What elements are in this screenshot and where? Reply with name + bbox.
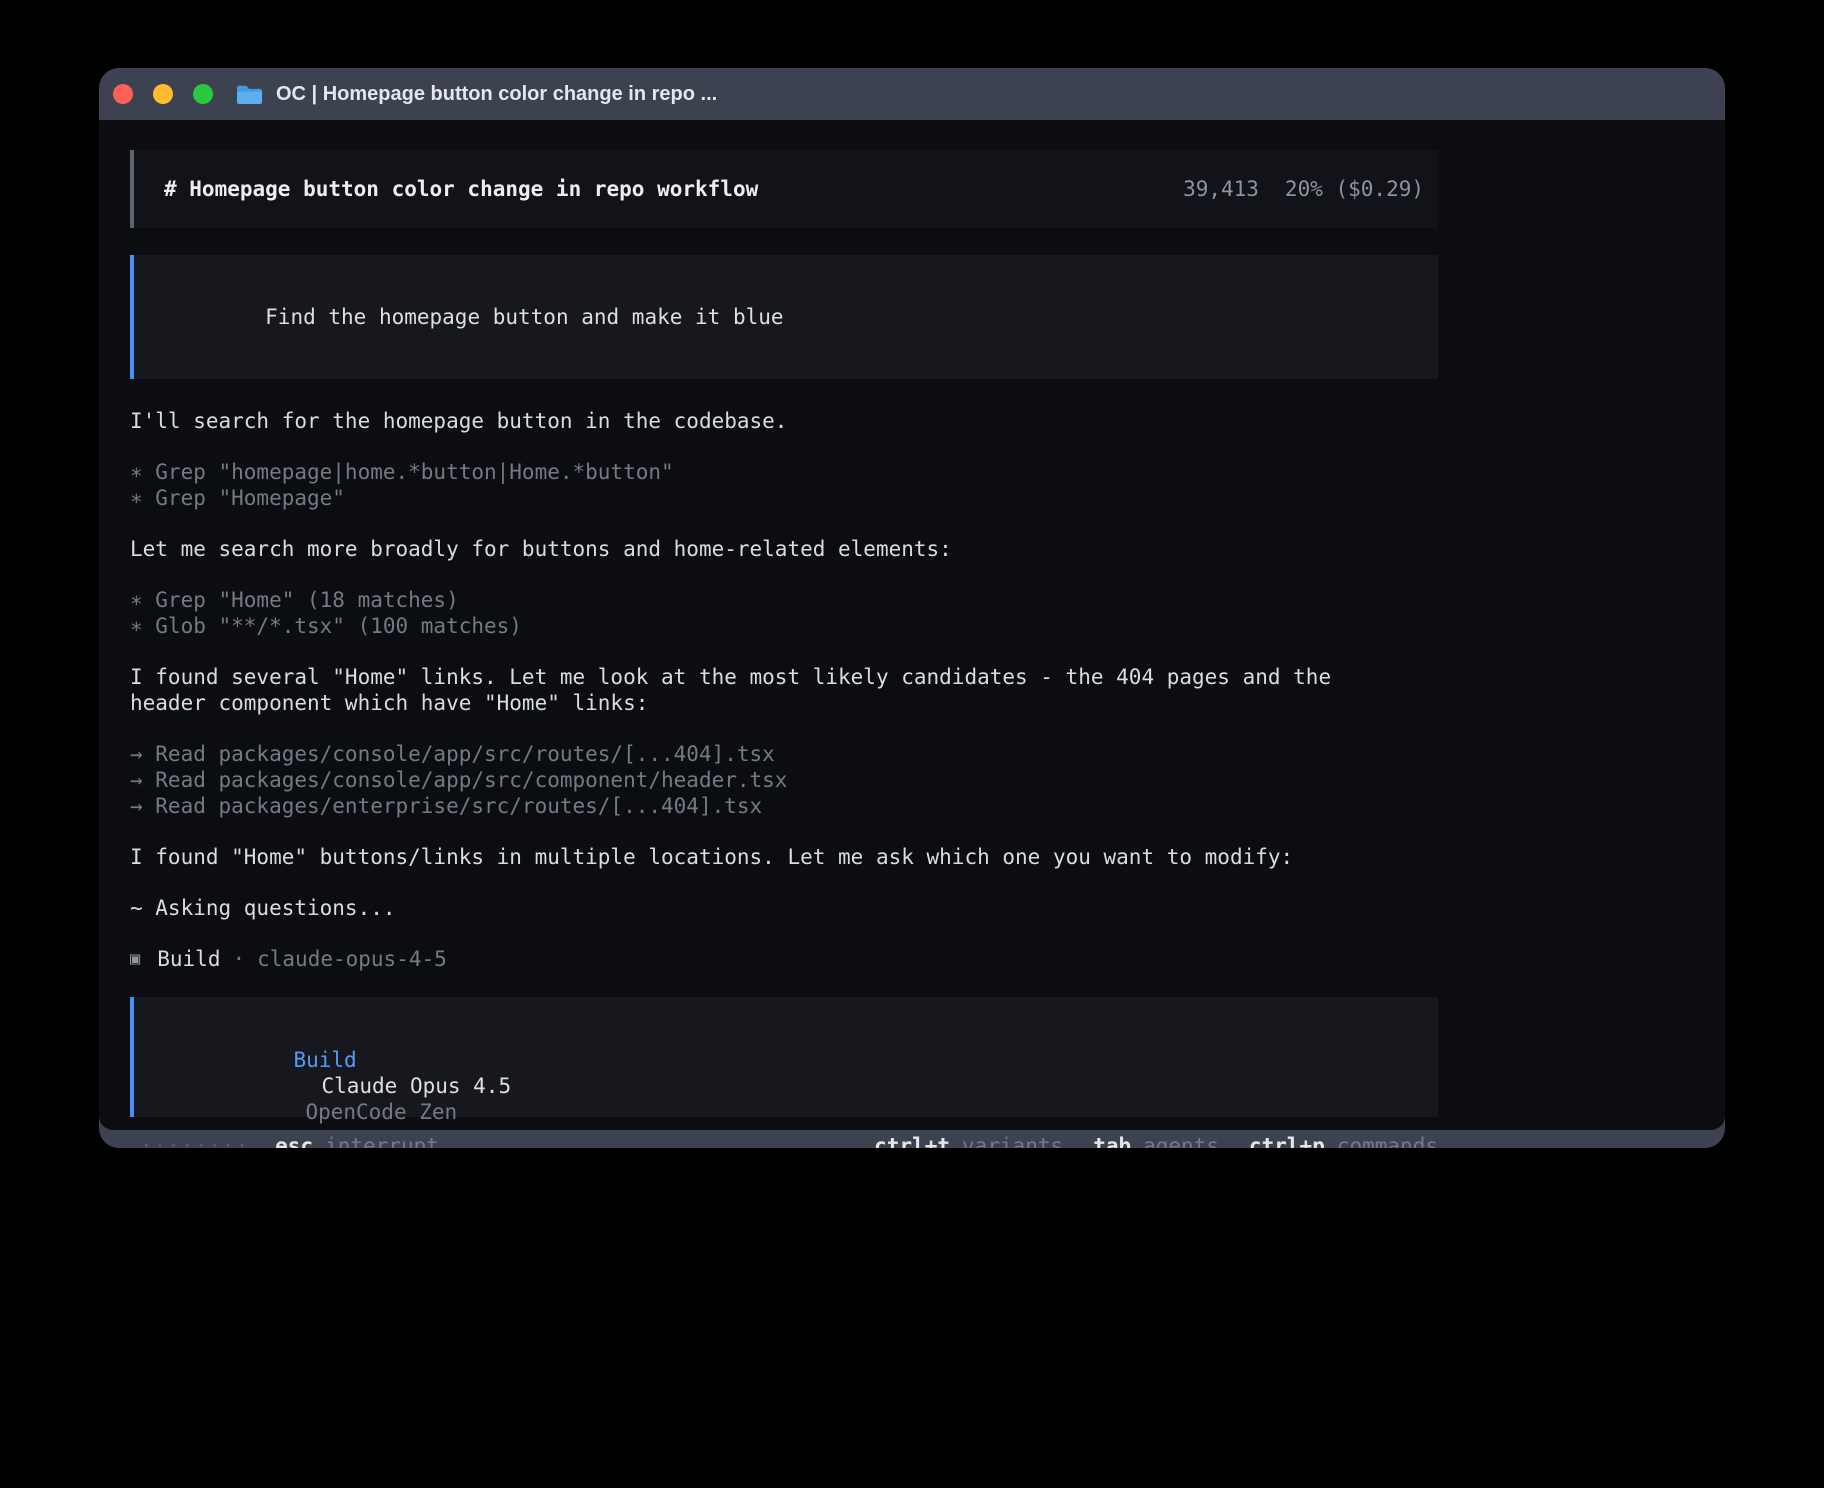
close-window-button[interactable]	[113, 84, 133, 104]
model-info-line: Build Claude Opus 4.5 OpenCode Zen	[167, 1021, 1424, 1148]
agent-name: Build	[157, 946, 220, 972]
prompt-input[interactable]: Build Claude Opus 4.5 OpenCode Zen	[130, 997, 1438, 1117]
assistant-paragraph: I found several "Home" links. Let me loo…	[130, 664, 1438, 716]
assistant-response: I'll search for the homepage button in t…	[130, 408, 1438, 972]
asking-questions-status: ~ Asking questions...	[130, 895, 1438, 921]
assistant-paragraph: Let me search more broadly for buttons a…	[130, 536, 1438, 562]
esc-key-hint: esc	[275, 1133, 313, 1148]
window-title: OC | Homepage button color change in rep…	[276, 83, 717, 106]
tool-call-line: ∗ Grep "Homepage"	[130, 485, 1438, 511]
status-bar-right: ctrl+t variants tab agents ctrl+p comman…	[844, 1133, 1438, 1148]
shortcut-variants: ctrl+t variants	[874, 1133, 1063, 1148]
tool-call-line: ∗ Glob "**/*.tsx" (100 matches)	[130, 613, 1438, 639]
commands-label: commands	[1337, 1133, 1438, 1148]
ctrl-p-key-hint: ctrl+p	[1249, 1133, 1325, 1148]
tool-call-line: ∗ Grep "Home" (18 matches)	[130, 587, 1438, 613]
dot-separator: ·	[232, 946, 245, 972]
terminal-content: # Homepage button color change in repo w…	[99, 120, 1725, 1130]
session-header: # Homepage button color change in repo w…	[130, 150, 1438, 228]
assistant-text-line: Let me search more broadly for buttons a…	[130, 536, 1438, 562]
input-agent-label: Build	[293, 1048, 356, 1072]
assistant-text-line: header component which have "Home" links…	[130, 690, 1438, 716]
assistant-paragraph: I found "Home" buttons/links in multiple…	[130, 844, 1438, 870]
input-provider-label: OpenCode Zen	[305, 1100, 457, 1124]
terminal-window: OC | Homepage button color change in rep…	[99, 68, 1725, 1148]
agents-label: agents	[1143, 1133, 1219, 1148]
variants-label: variants	[962, 1133, 1063, 1148]
agent-model-name: claude-opus-4-5	[257, 946, 447, 972]
assistant-text-line: I found "Home" buttons/links in multiple…	[130, 844, 1438, 870]
session-title: # Homepage button color change in repo w…	[164, 176, 758, 202]
user-message-text: Find the homepage button and make it blu…	[265, 305, 783, 329]
shortcut-agents: tab agents	[1093, 1133, 1219, 1148]
folder-icon	[236, 84, 263, 105]
assistant-status: ~ Asking questions...	[130, 895, 1438, 921]
tool-call-line: → Read packages/enterprise/src/routes/[.…	[130, 793, 1438, 819]
ctrl-t-key-hint: ctrl+t	[874, 1133, 950, 1148]
assistant-text-line: I found several "Home" links. Let me loo…	[130, 664, 1438, 690]
session-metrics: 39,413 20% ($0.29)	[1183, 176, 1424, 202]
status-bar-left: ········ esc interrupt	[130, 1133, 439, 1148]
user-message: Find the homepage button and make it blu…	[130, 255, 1438, 379]
tool-call-line: → Read packages/console/app/src/componen…	[130, 767, 1438, 793]
esc-key-label: interrupt	[325, 1133, 439, 1148]
zoom-window-button[interactable]	[193, 84, 213, 104]
assistant-text-line: I'll search for the homepage button in t…	[130, 408, 1438, 434]
tool-call-line: ∗ Grep "homepage|home.*button|Home.*butt…	[130, 459, 1438, 485]
tool-call-line: → Read packages/console/app/src/routes/[…	[130, 741, 1438, 767]
tool-call-group: ∗ Grep "homepage|home.*button|Home.*butt…	[130, 459, 1438, 511]
tool-call-group: ∗ Grep "Home" (18 matches) ∗ Glob "**/*.…	[130, 587, 1438, 639]
minimize-window-button[interactable]	[153, 84, 173, 104]
input-model-label: Claude Opus 4.5	[321, 1074, 511, 1098]
spinner-dots: ········	[140, 1133, 249, 1148]
traffic-lights	[113, 84, 233, 104]
assistant-paragraph: I'll search for the homepage button in t…	[130, 408, 1438, 434]
shortcut-commands: ctrl+p commands	[1249, 1133, 1438, 1148]
tab-key-hint: tab	[1093, 1133, 1131, 1148]
token-count: 39,413	[1183, 176, 1259, 202]
context-usage: 20% ($0.29)	[1285, 176, 1424, 202]
tool-call-group: → Read packages/console/app/src/routes/[…	[130, 741, 1438, 819]
window-titlebar[interactable]: OC | Homepage button color change in rep…	[99, 68, 1725, 120]
agent-status-line: ▣ Build · claude-opus-4-5	[130, 946, 1438, 972]
agent-square-icon: ▣	[130, 946, 140, 972]
